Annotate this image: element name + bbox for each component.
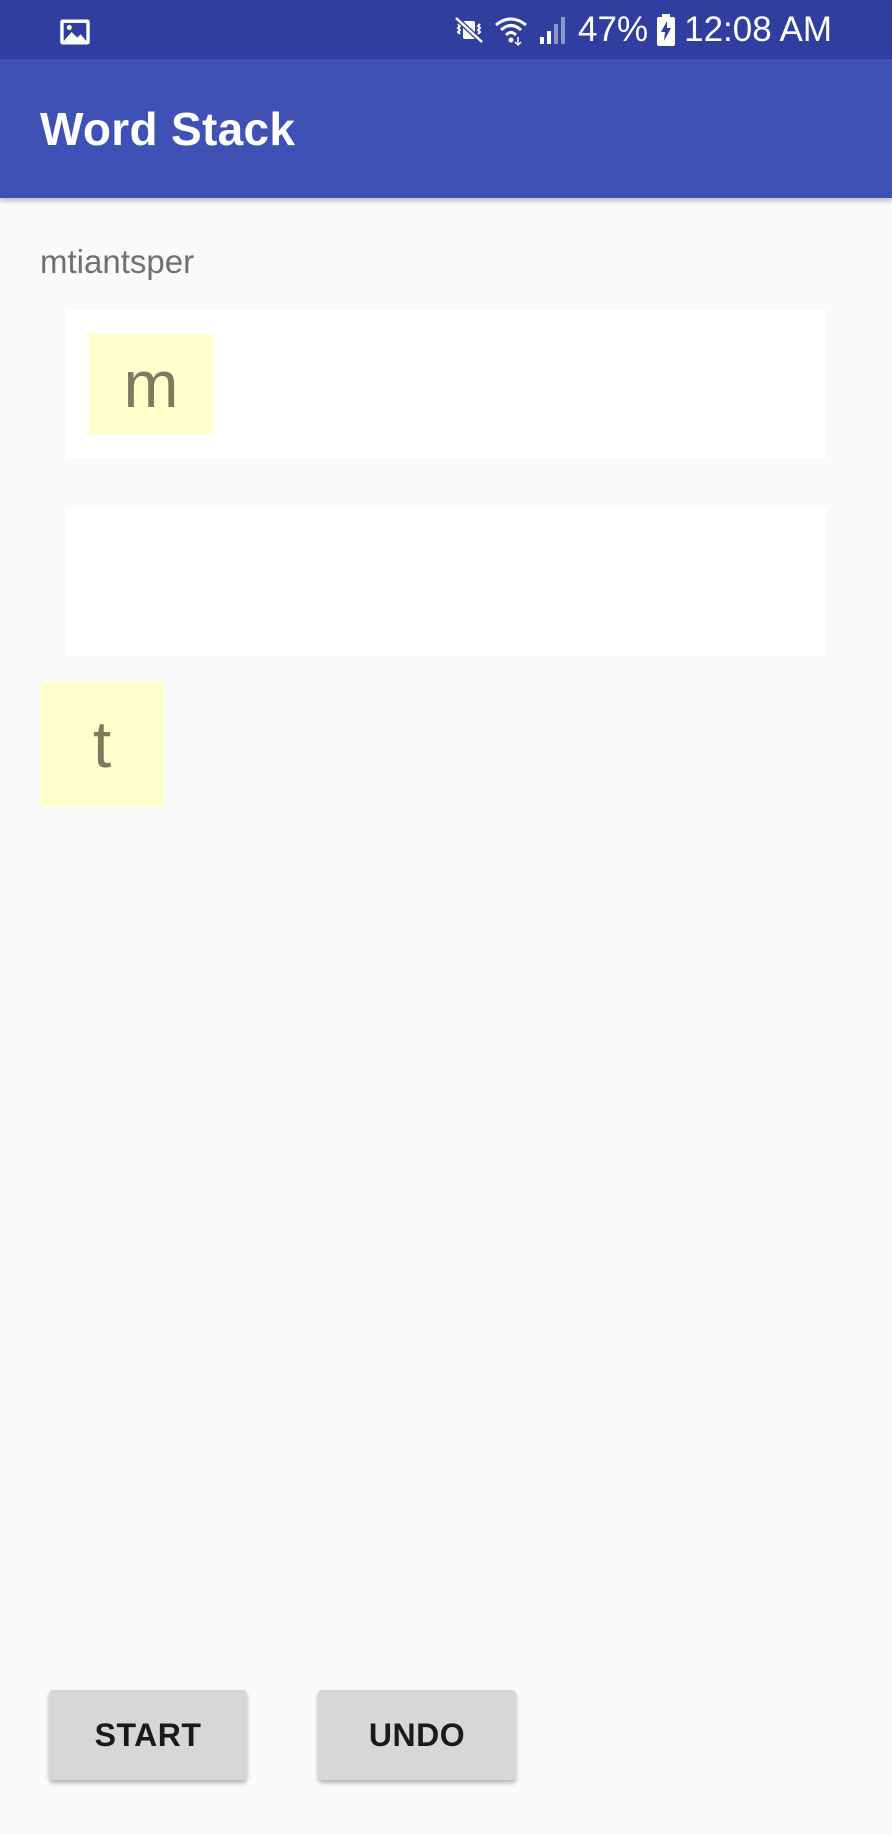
undo-button[interactable]: UNDO: [318, 1690, 516, 1780]
stack-letter-tile[interactable]: t: [40, 682, 164, 806]
wifi-icon: [494, 13, 528, 47]
status-bar: 47% 12:08 AM: [0, 0, 892, 59]
status-time: 12:08 AM: [684, 9, 832, 49]
start-button[interactable]: START: [49, 1690, 247, 1780]
battery-percent: 47%: [578, 9, 649, 49]
scrambled-word-label: mtiantsper: [40, 243, 195, 280]
signal-icon: [536, 13, 570, 47]
app-bar: Word Stack: [0, 59, 892, 198]
letter-tile[interactable]: m: [89, 334, 213, 434]
word1-drop-zone[interactable]: m: [65, 310, 827, 458]
screen: 47% 12:08 AM Word Stack mtiantsper m t S…: [0, 0, 892, 1834]
vibrate-mute-icon: [452, 13, 486, 47]
status-icons-group: 47% 12:08 AM: [452, 0, 832, 59]
word2-drop-zone[interactable]: [65, 508, 827, 656]
battery-charging-icon: [656, 13, 676, 47]
image-notification-icon: [58, 15, 92, 49]
app-title: Word Stack: [40, 103, 296, 155]
